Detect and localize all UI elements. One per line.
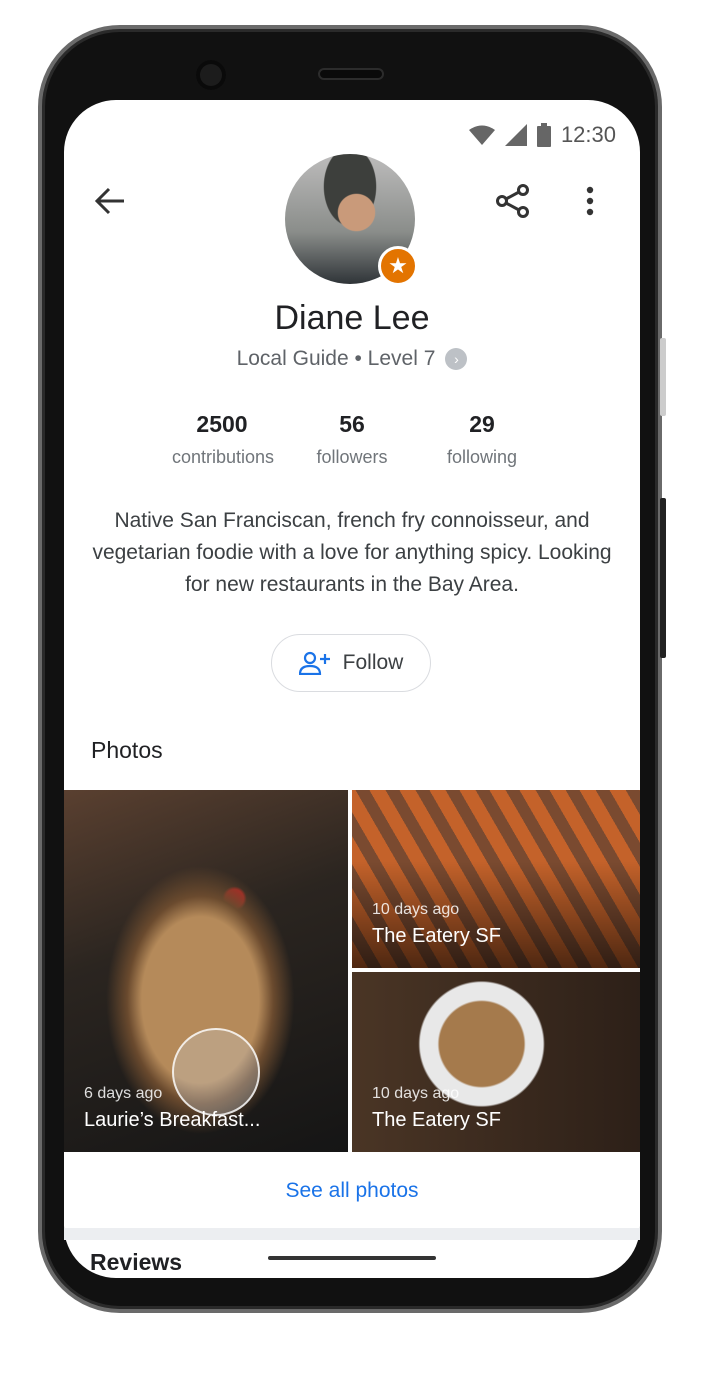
- photo-place: Laurie’s Breakfast...: [84, 1109, 261, 1131]
- photos-title: Photos: [91, 737, 163, 763]
- speaker: [318, 68, 384, 80]
- stats: 2500 contributions 56 followers 29 followin…: [64, 410, 640, 468]
- stat-value: 29: [469, 411, 495, 437]
- section-divider: [64, 1228, 640, 1240]
- stat-value: 2500: [196, 411, 248, 437]
- local-guide-level[interactable]: Local Guide • Level 7 ›: [64, 346, 640, 372]
- more-vert-icon[interactable]: [584, 186, 596, 216]
- battery-icon: [536, 123, 551, 147]
- volume-button: [660, 338, 666, 416]
- stat-value: 56: [339, 411, 365, 437]
- share-icon[interactable]: [496, 184, 530, 218]
- person-add-icon: [298, 651, 330, 675]
- stat-following[interactable]: 29 following: [432, 410, 532, 468]
- signal-icon: [504, 124, 527, 146]
- level-text: Local Guide • Level 7: [236, 347, 436, 370]
- photo-tile[interactable]: 10 days ago The Eatery SF: [352, 972, 640, 1152]
- follow-label: Follow: [342, 651, 404, 674]
- star-icon: ★: [378, 246, 418, 286]
- clock: 12:30: [560, 122, 616, 147]
- wifi-icon: [468, 125, 495, 145]
- stat-followers[interactable]: 56 followers: [302, 410, 402, 468]
- stat-contributions[interactable]: 2500 contributions: [172, 410, 275, 468]
- profile-name: Diane Lee: [274, 299, 430, 337]
- chevron-right-icon: ›: [445, 348, 468, 370]
- photo-place: The Eatery SF: [372, 1109, 501, 1131]
- photo-place: The Eatery SF: [372, 925, 501, 947]
- photo-date: 10 days ago: [372, 1085, 460, 1102]
- stat-label: following: [446, 447, 518, 467]
- camera: [196, 60, 226, 90]
- see-all-photos-link[interactable]: See all photos: [64, 1178, 640, 1204]
- arrow-left-icon[interactable]: [94, 186, 126, 216]
- reviews-title: Reviews: [90, 1249, 183, 1275]
- photo-tile[interactable]: 6 days ago Laurie’s Breakfast...: [64, 790, 348, 1152]
- photo-date: 6 days ago: [84, 1085, 163, 1102]
- screen: 12:30 ★ Diane Lee Local Guide • Level 7 …: [64, 100, 640, 1278]
- photo-tile[interactable]: 10 days ago The Eatery SF: [352, 790, 640, 968]
- stat-label: contributions: [172, 447, 275, 467]
- stat-label: followers: [316, 447, 388, 467]
- status-bar: 12:30: [468, 122, 616, 148]
- power-button: [660, 498, 666, 658]
- photo-date: 10 days ago: [372, 901, 460, 918]
- follow-button[interactable]: Follow: [271, 634, 431, 692]
- home-gesture-bar[interactable]: [268, 1256, 436, 1260]
- bio: Native San Franciscan, french fry connoi…: [92, 509, 612, 596]
